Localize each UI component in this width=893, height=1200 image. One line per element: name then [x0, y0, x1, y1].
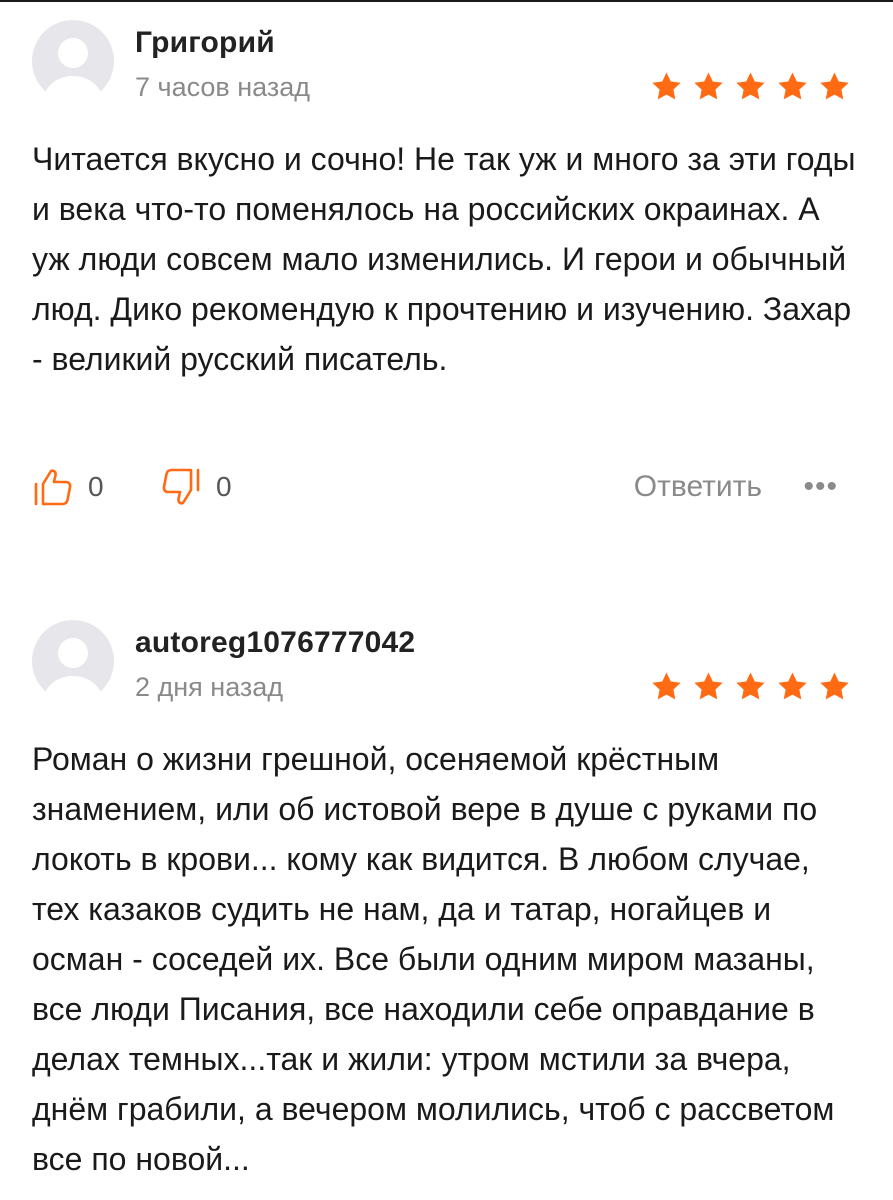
top-divider [0, 0, 893, 2]
rating-stars [650, 70, 851, 103]
like-count: 0 [88, 471, 104, 502]
thumbs-up-icon [34, 469, 72, 506]
star-icon [820, 672, 849, 700]
star-icon [778, 672, 807, 700]
star-icon [736, 72, 765, 100]
review-author[interactable]: Григорий [135, 26, 275, 60]
review-time: 7 часов назад [135, 72, 311, 102]
rating-stars [650, 670, 851, 703]
star-icon [694, 672, 723, 700]
star-icon [736, 672, 765, 700]
reply-button[interactable]: Ответить [634, 470, 762, 504]
review-time: 2 дня назад [135, 672, 284, 702]
review-text: Читается вкусно и сочно! Не так уж и мно… [32, 141, 856, 377]
star-icon [652, 672, 681, 700]
review-author[interactable]: autoreg1076777042 [135, 626, 415, 660]
star-icon [820, 72, 849, 100]
review-actions: 0 0 Ответить ••• [32, 466, 838, 510]
avatar[interactable] [32, 20, 114, 102]
star-icon [778, 72, 807, 100]
more-horizontal-icon[interactable]: ••• [803, 470, 838, 504]
user-silhouette-icon [43, 38, 103, 102]
dislike-count: 0 [216, 471, 232, 502]
star-icon [694, 72, 723, 100]
avatar[interactable] [32, 620, 114, 702]
user-silhouette-icon [43, 638, 103, 702]
like-button[interactable]: 0 [32, 466, 104, 508]
star-icon [652, 72, 681, 100]
thumbs-down-icon [162, 468, 200, 505]
dislike-button[interactable]: 0 [160, 466, 232, 508]
review-text: Роман о жизни грешной, осеняемой крёстны… [32, 741, 835, 1177]
